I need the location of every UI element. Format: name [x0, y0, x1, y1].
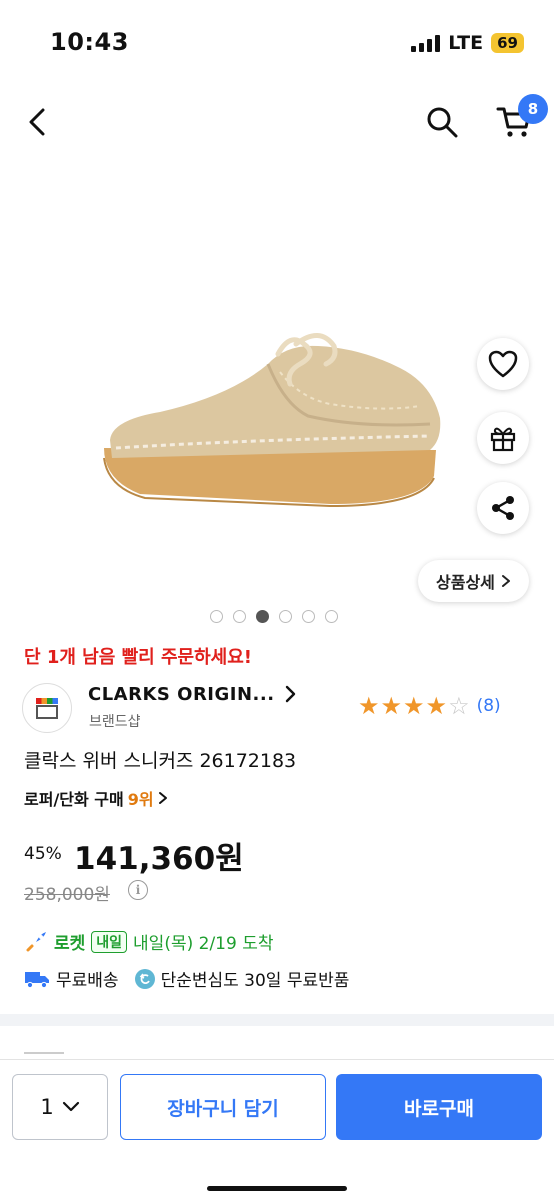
shipping-info: 무료배송 단순변심도 30일 무료반품 [24, 966, 349, 991]
pagination-dot[interactable] [210, 610, 223, 623]
product-title: 클락스 위버 스니커즈 26172183 [24, 750, 297, 772]
chevron-right-icon [285, 685, 296, 703]
chevron-right-icon [158, 792, 167, 804]
chevron-down-icon [62, 1101, 79, 1112]
review-count[interactable]: (8) [477, 696, 501, 716]
product-detail-label: 상품상세 [436, 573, 495, 592]
back-button[interactable] [22, 102, 52, 142]
signal-icon [411, 34, 441, 52]
truck-icon [25, 971, 49, 988]
brand-chevron[interactable] [284, 684, 298, 708]
wishlist-button[interactable] [477, 338, 529, 390]
battery-icon: 69 [491, 33, 524, 53]
tomorrow-badge: 내일 [91, 930, 128, 953]
search-button[interactable] [424, 102, 460, 142]
brand-name[interactable]: CLARKS ORIGIN... [88, 684, 275, 705]
info-icon[interactable]: i [128, 880, 148, 900]
rating[interactable]: ★ ★ ★ ★ ☆ (8) [358, 694, 501, 718]
purchase-bar: 1 장바구니 담기 바로구매 [0, 1059, 554, 1200]
rank-category: 로퍼/단화 구매 [24, 790, 124, 809]
store-icon [36, 698, 58, 719]
rocket-icon [26, 931, 46, 951]
pagination-dot[interactable] [233, 610, 246, 623]
home-indicator [207, 1186, 347, 1191]
sale-price: 141,360원 [74, 841, 244, 877]
category-rank[interactable]: 로퍼/단화 구매 9위 [24, 786, 168, 810]
arrival-date: 내일(목) 2/19 도착 [133, 934, 274, 954]
quantity-value: 1 [40, 1095, 54, 1119]
star-icon: ★ [425, 692, 448, 720]
brand-shop-label: 브랜드샵 [89, 714, 141, 730]
buy-now-button[interactable]: 바로구매 [336, 1074, 542, 1140]
nav-bar [0, 88, 554, 158]
status-time: 10:43 [50, 28, 129, 56]
rocket-delivery: 로켓 내일 내일(목) 2/19 도착 [24, 929, 274, 954]
chevron-right-icon [501, 575, 510, 587]
discount-rate: 45% [24, 844, 62, 864]
stock-alert: 단 1개 남음 빨리 주문하세요! [24, 647, 252, 668]
original-price: 258,000원 [24, 885, 110, 905]
return-policy-label: 단순변심도 30일 무료반품 [160, 971, 350, 991]
star-empty-icon: ☆ [448, 692, 470, 720]
gift-button[interactable] [477, 412, 529, 464]
brand-shop-logo[interactable] [22, 683, 72, 733]
search-icon [427, 107, 458, 138]
rank-value: 9위 [127, 790, 154, 809]
share-button[interactable] [477, 482, 529, 534]
star-icon: ★ [380, 692, 403, 720]
rocket-label: 로켓 [54, 934, 86, 954]
add-to-cart-button[interactable]: 장바구니 담기 [120, 1074, 326, 1140]
chevron-left-icon [29, 108, 45, 136]
pagination-dot[interactable] [325, 610, 338, 623]
star-icon: ★ [403, 692, 425, 720]
section-divider [0, 1014, 554, 1026]
free-shipping-label: 무료배송 [56, 971, 119, 991]
quantity-select[interactable]: 1 [12, 1074, 108, 1140]
share-icon [492, 496, 514, 520]
pagination-dot[interactable] [279, 610, 292, 623]
status-bar: 10:43 LTE 69 [0, 0, 554, 88]
gift-icon [490, 427, 516, 452]
network-label: LTE [448, 32, 484, 54]
product-detail-button[interactable]: 상품상세 [418, 560, 529, 602]
gallery-pagination [210, 610, 338, 623]
pagination-dot-active[interactable] [256, 610, 269, 623]
cart-count-badge: 8 [518, 94, 548, 124]
return-icon [134, 968, 155, 989]
star-icon: ★ [358, 692, 380, 720]
pagination-dot[interactable] [302, 610, 315, 623]
status-indicators: LTE 69 [411, 32, 524, 54]
heart-icon [488, 350, 518, 378]
